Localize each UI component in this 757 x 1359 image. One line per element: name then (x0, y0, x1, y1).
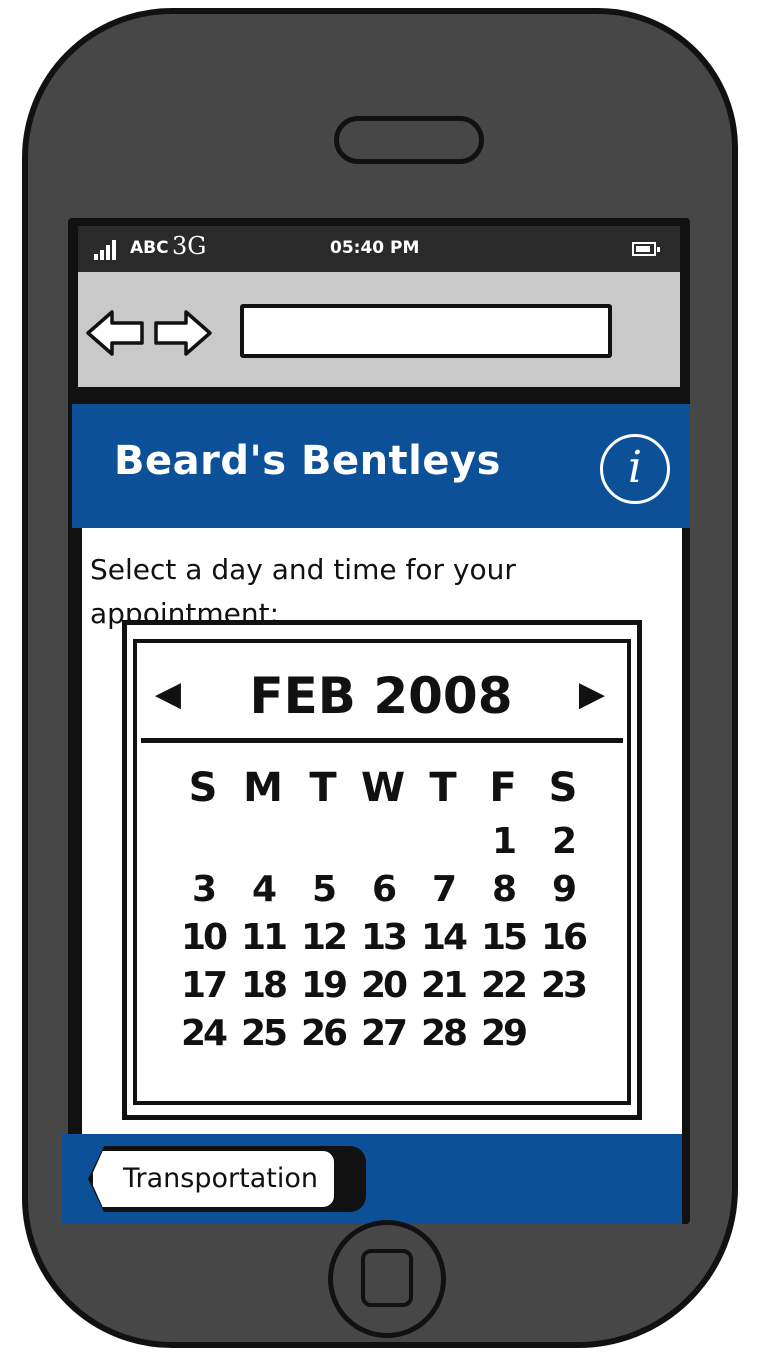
weekday-label: S (548, 765, 578, 811)
calendar-day[interactable]: 25 (237, 1013, 289, 1054)
bottom-toolbar: Transportation (62, 1134, 682, 1224)
calendar-week-row: 17 18 19 20 21 22 23 (177, 965, 597, 1013)
calendar-day[interactable]: 16 (537, 917, 589, 958)
status-time: 05:40 PM (330, 238, 420, 258)
calendar-day[interactable]: 1 (477, 821, 529, 862)
calendar-week-row: 10 11 12 13 14 15 16 (177, 917, 597, 965)
calendar-day[interactable]: 20 (357, 965, 409, 1006)
app-header: Beard's Bentleys i (72, 404, 690, 528)
calendar-day[interactable]: 23 (537, 965, 589, 1006)
info-icon[interactable]: i (600, 434, 670, 504)
status-bar: ABC 3G 05:40 PM (78, 226, 680, 272)
previous-month-icon[interactable]: ◀ (153, 677, 183, 711)
calendar-day[interactable]: 13 (357, 917, 409, 958)
date-picker-calendar: ◀ FEB 2008 ▶ S M T W T F S 1 2 3 4 5 6 7… (122, 620, 642, 1120)
home-button-square-icon (361, 1249, 413, 1307)
calendar-day[interactable]: 11 (237, 917, 289, 958)
calendar-day[interactable]: 12 (297, 917, 349, 958)
battery-icon (632, 242, 660, 256)
address-input[interactable] (240, 304, 612, 358)
weekday-label: T (429, 765, 457, 811)
calendar-day[interactable]: 7 (417, 869, 469, 910)
calendar-day[interactable]: 18 (237, 965, 289, 1006)
browser-toolbar (78, 272, 680, 390)
calendar-day[interactable]: 8 (477, 869, 529, 910)
weekday-label: T (309, 765, 337, 811)
calendar-header: ◀ FEB 2008 ▶ (141, 653, 623, 743)
signal-bars-icon (94, 240, 124, 260)
next-month-icon[interactable]: ▶ (577, 677, 607, 711)
calendar-month-year: FEB 2008 (249, 667, 513, 725)
weekday-label: F (489, 765, 517, 811)
calendar-day[interactable]: 21 (417, 965, 469, 1006)
forward-arrow-icon[interactable] (152, 308, 214, 358)
calendar-day[interactable]: 2 (537, 821, 589, 862)
calendar-day[interactable]: 4 (237, 869, 289, 910)
calendar-day[interactable]: 14 (417, 917, 469, 958)
calendar-day[interactable]: 9 (537, 869, 589, 910)
calendar-week-row: 24 25 26 27 28 29 (177, 1013, 597, 1061)
calendar-day[interactable]: 28 (417, 1013, 469, 1054)
network-type: 3G (172, 232, 207, 260)
calendar-day[interactable]: 19 (297, 965, 349, 1006)
calendar-week-row: 1 2 (177, 821, 597, 869)
content-area: Select a day and time for your appointme… (82, 528, 682, 1134)
calendar-day[interactable]: 22 (477, 965, 529, 1006)
back-to-transportation-button[interactable]: Transportation (90, 1148, 337, 1210)
calendar-week-row: 3 4 5 6 7 8 9 (177, 869, 597, 917)
phone-frame: ABC 3G 05:40 PM Beard's Bentleys i Selec… (22, 8, 738, 1348)
app-title: Beard's Bentleys (114, 438, 501, 484)
calendar-day[interactable]: 15 (477, 917, 529, 958)
calendar-day[interactable]: 24 (177, 1013, 229, 1054)
calendar-day[interactable]: 27 (357, 1013, 409, 1054)
calendar-day[interactable]: 29 (477, 1013, 529, 1054)
calendar-day[interactable]: 5 (297, 869, 349, 910)
back-arrow-icon[interactable] (84, 308, 146, 358)
home-button[interactable] (328, 1220, 446, 1338)
weekday-header-row: S M T W T F S (177, 765, 597, 821)
calendar-day[interactable]: 6 (357, 869, 409, 910)
calendar-day[interactable]: 17 (177, 965, 229, 1006)
speaker-grille (334, 116, 484, 164)
phone-screen: ABC 3G 05:40 PM Beard's Bentleys i Selec… (62, 218, 690, 1224)
weekday-label: S (188, 765, 218, 811)
weekday-label: M (243, 765, 283, 811)
carrier-name: ABC (130, 238, 169, 258)
weekday-label: W (360, 765, 406, 811)
calendar-day[interactable]: 26 (297, 1013, 349, 1054)
calendar-day[interactable]: 10 (177, 917, 229, 958)
calendar-day[interactable]: 3 (177, 869, 229, 910)
